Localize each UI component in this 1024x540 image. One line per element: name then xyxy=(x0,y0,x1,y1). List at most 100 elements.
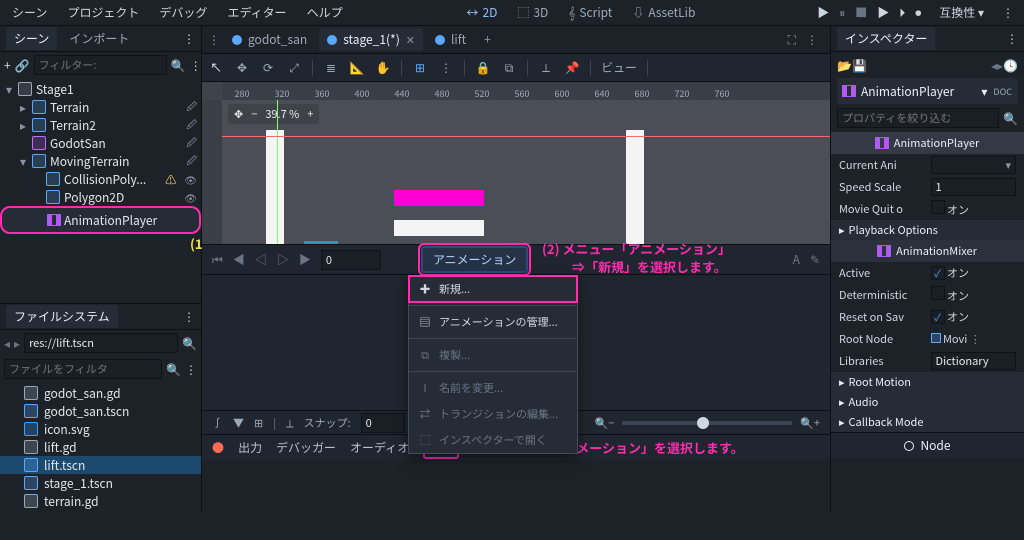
snap-filter-icon[interactable]: ▼ xyxy=(233,415,244,431)
chevron-icon[interactable]: ▸ xyxy=(18,99,28,116)
menu-project[interactable]: プロジェクト xyxy=(59,0,147,25)
fs-item-lift-tscn[interactable]: lift.tscn xyxy=(0,456,201,474)
add-tab-icon[interactable]: + xyxy=(478,31,497,48)
scene-filter-input[interactable] xyxy=(34,55,167,75)
expand-icon[interactable]: ⋮ xyxy=(800,31,824,48)
insp-save-icon[interactable]: 💾 xyxy=(852,57,867,74)
checkbox[interactable]: ✓ xyxy=(931,310,945,324)
prop-input[interactable] xyxy=(931,352,1017,370)
fs-item-stage_1-tscn[interactable]: stage_1.tscn xyxy=(0,474,201,492)
pan-tool-icon[interactable]: ✋ xyxy=(375,60,391,76)
fs-item-lift-gd[interactable]: lift.gd xyxy=(0,438,201,456)
pin-icon[interactable]: 📌 xyxy=(564,60,580,76)
play-scene-icon[interactable]: ▶ xyxy=(877,4,889,21)
prop-dropdown[interactable]: ▾ xyxy=(931,156,1017,174)
checkbox[interactable]: ✓ xyxy=(931,266,945,280)
menu-editor[interactable]: エディター xyxy=(219,0,294,25)
fold-audio[interactable]: ▸Audio xyxy=(831,392,1024,412)
anim-edit-icon[interactable]: ✎ xyxy=(810,251,820,268)
bottom-tab-debugger[interactable]: デバッガー xyxy=(276,439,336,456)
snap-bone-icon[interactable]: ⟂ xyxy=(286,415,293,431)
chevron-icon[interactable]: ▾ xyxy=(18,153,28,170)
fold-callbackmode[interactable]: ▸Callback Mode xyxy=(831,412,1024,432)
bottom-tab-output[interactable]: 出力 xyxy=(238,439,262,456)
fs-path-input[interactable] xyxy=(24,333,178,353)
zoom-in-icon[interactable]: + xyxy=(307,106,313,122)
inspector-more-icon[interactable]: ⋮ xyxy=(1006,30,1018,47)
scene-node-terrain2[interactable]: ▸Terrain2🖉 xyxy=(0,116,201,134)
fs-search-icon[interactable]: 🔍 xyxy=(182,335,197,352)
tab-import[interactable]: インポート xyxy=(61,27,137,50)
fs-item-icon-svg[interactable]: icon.svg xyxy=(0,420,201,438)
ruler-tool-icon[interactable]: 📐 xyxy=(349,60,365,76)
chevron-icon[interactable]: ▸ xyxy=(18,117,28,134)
snap-curve-icon[interactable]: ∫ xyxy=(212,415,223,431)
snap-value-input[interactable] xyxy=(361,413,405,433)
stop-icon[interactable]: ■ xyxy=(855,4,867,21)
play-icon[interactable]: ▶ xyxy=(817,4,829,21)
checkbox[interactable] xyxy=(931,200,945,214)
animation-menu-button[interactable]: アニメーション xyxy=(421,246,529,273)
move-tool-icon[interactable]: ✥ xyxy=(234,60,250,76)
tab-inspector[interactable]: インスペクター xyxy=(837,27,935,50)
prop-link[interactable]: Movi xyxy=(943,331,967,347)
inspector-object-selector[interactable]: AnimationPlayer ▾ DOC xyxy=(837,78,1018,104)
zoom-timeline-out-icon[interactable]: 🔍− xyxy=(595,415,615,431)
fs-item-godot_san-tscn[interactable]: godot_san.tscn xyxy=(0,402,201,420)
rotate-tool-icon[interactable]: ⟳ xyxy=(260,60,276,76)
section-node[interactable]: Node xyxy=(831,432,1024,458)
inspector-filter-input[interactable] xyxy=(837,108,999,128)
select-tool-icon[interactable]: ↖ xyxy=(208,60,224,76)
zoom-timeline-in-icon[interactable]: 🔍+ xyxy=(800,415,820,431)
pause-icon[interactable]: ⏸ xyxy=(839,4,845,21)
prop-input[interactable] xyxy=(931,178,1017,196)
viewport-2d[interactable]: 280320360400440480520560600640680720760 … xyxy=(202,82,830,244)
fs-item-terrain-gd[interactable]: terrain.gd xyxy=(0,492,201,510)
view-button[interactable]: ビュー xyxy=(601,60,637,76)
anim-play-back-icon[interactable]: ◀ xyxy=(233,251,245,268)
snap-grid-icon2[interactable]: ⊞ xyxy=(254,415,263,431)
prop-more-icon[interactable]: ⋮ xyxy=(970,331,981,347)
add-node-icon[interactable]: + xyxy=(4,57,11,74)
menu-more-icon[interactable]: ⋮ xyxy=(996,4,1020,21)
scene-tab-more-icon[interactable]: ⋮ xyxy=(208,31,220,48)
canvas-2d[interactable]: ✥ − 39.7 % + xyxy=(222,100,830,244)
fs-filter-search-icon[interactable]: 🔍 xyxy=(166,361,181,378)
editor-tab-stage_1[interactable]: stage_1(*)✕ xyxy=(319,28,423,51)
anim-time-input[interactable] xyxy=(321,250,381,270)
fold-playback-options[interactable]: ▸Playback Options xyxy=(831,220,1024,240)
distraction-free-icon[interactable]: ⛶ xyxy=(788,31,796,48)
editor-tab-lift[interactable]: lift xyxy=(427,28,474,51)
insp-filter-search-icon[interactable]: 🔍 xyxy=(1003,110,1018,127)
workspace-2d[interactable]: ↔2D xyxy=(458,0,505,25)
fs-filter-input[interactable] xyxy=(4,359,162,379)
node-tool-icon[interactable]: 🖉 xyxy=(182,134,197,153)
anim-play-back2-icon[interactable]: ◁ xyxy=(255,251,267,268)
close-tab-icon[interactable]: ✕ xyxy=(406,32,415,48)
chevron-icon[interactable]: ▾ xyxy=(4,81,14,98)
checkbox[interactable] xyxy=(931,286,945,300)
menu-item-[interactable]: ✚新規... xyxy=(409,276,577,302)
menu-scene[interactable]: シーン xyxy=(4,0,55,25)
editor-tab-godot_san[interactable]: godot_san xyxy=(224,28,315,51)
scale-tool-icon[interactable]: ⤢ xyxy=(286,60,302,76)
lock-icon[interactable]: 🔒 xyxy=(475,60,491,76)
scene-node-godotsan[interactable]: GodotSan🖉 xyxy=(0,134,201,152)
bone-icon[interactable]: ⟂ xyxy=(538,60,554,76)
camera-icon[interactable]: ⏺ xyxy=(915,4,921,21)
insp-history-icon[interactable]: 🕓 xyxy=(1003,57,1018,74)
workspace-assetlib[interactable]: ⇩AssetLib xyxy=(624,0,703,25)
dock-more-icon[interactable]: ⋮ xyxy=(183,30,195,47)
scene-node-animationplayer[interactable]: AnimationPlayer xyxy=(0,206,201,234)
node-tool-icon[interactable]: 👁 xyxy=(180,190,197,205)
fwd-icon[interactable]: ▸ xyxy=(14,335,20,352)
menu-item-[interactable]: ▤アニメーションの管理... xyxy=(409,309,577,335)
doc-icon[interactable]: DOC xyxy=(993,85,1012,98)
node-tool-icon[interactable]: 🖉 xyxy=(182,116,197,135)
movie-icon[interactable]: ⏵ xyxy=(899,4,905,21)
zoom-center-icon[interactable]: ✥ xyxy=(234,106,243,122)
snap-options-icon[interactable]: ⋮ xyxy=(438,60,454,76)
back-icon[interactable]: ◂ xyxy=(4,335,10,352)
tab-filesystem[interactable]: ファイルシステム xyxy=(6,305,118,328)
scene-node-movingterrain[interactable]: ▾MovingTerrain🖉 xyxy=(0,152,201,170)
